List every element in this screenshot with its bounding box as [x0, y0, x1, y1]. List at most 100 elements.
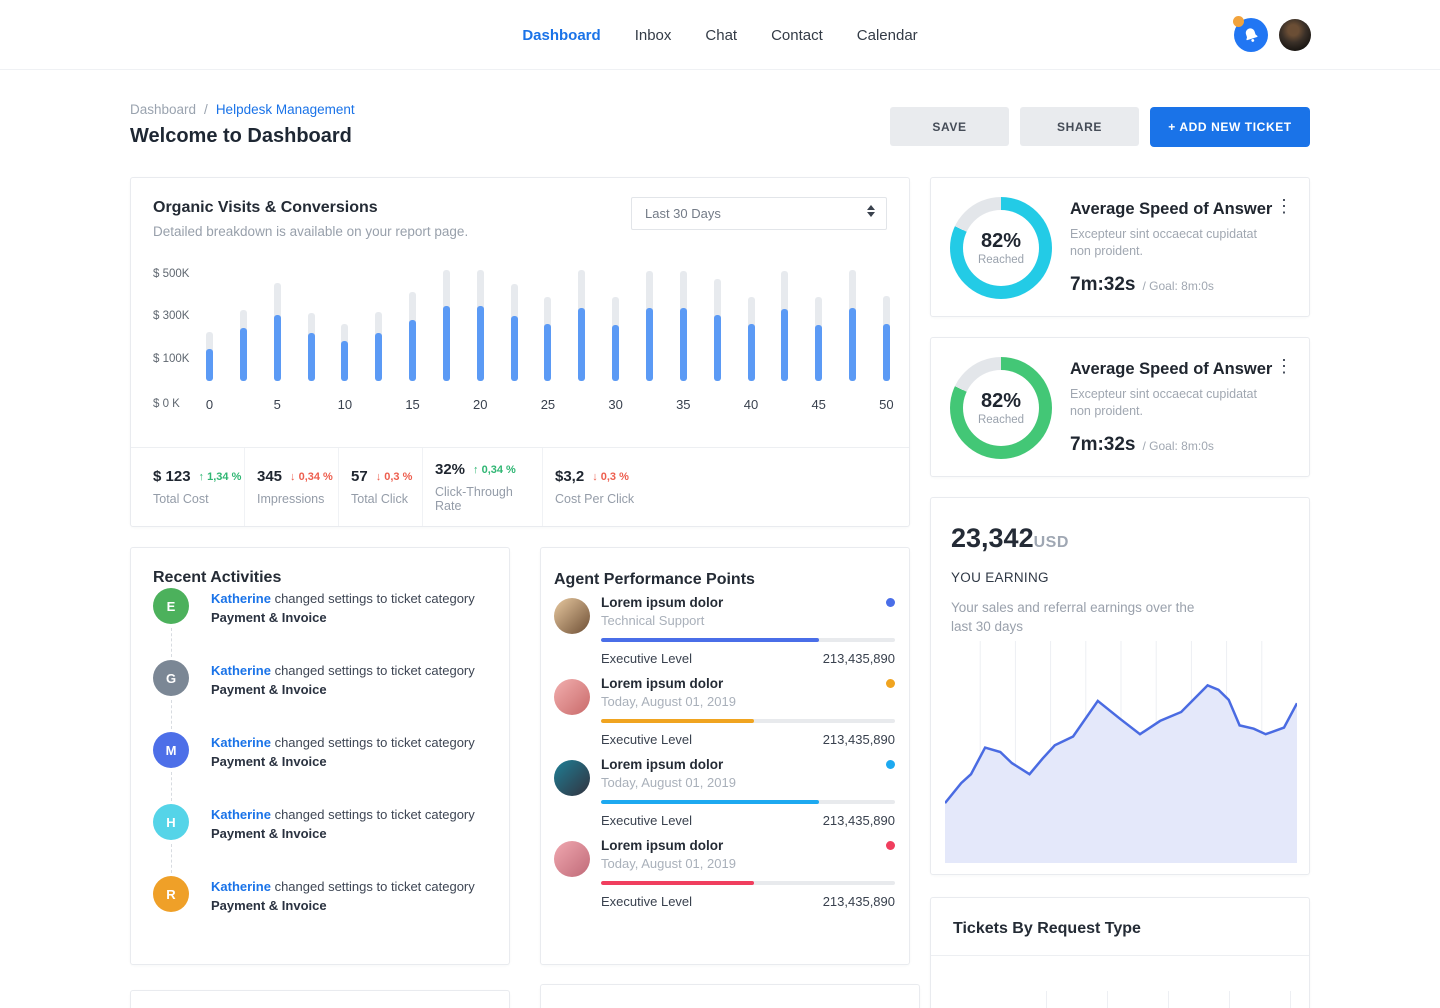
- stat-top: 32%↑ 0,34 %: [435, 461, 542, 478]
- agent-subtitle: Today, August 01, 2019: [601, 694, 895, 709]
- dashboard-page: Dashboard Inbox Chat Contact Calendar Dashbo…: [0, 0, 1440, 1008]
- nav-item-calendar[interactable]: Calendar: [857, 27, 918, 44]
- grid-line: [1046, 991, 1047, 1008]
- agent-points: 213,435,890: [823, 894, 895, 909]
- stat-label: Total Cost: [153, 492, 244, 506]
- bar-3: [308, 266, 315, 381]
- activity-description: changed settings to ticket category: [271, 735, 475, 750]
- card-body: Average Speed of Answer Excepteur sint o…: [1070, 360, 1275, 456]
- notifications-button[interactable]: [1234, 18, 1268, 52]
- bar-converted: [375, 333, 382, 381]
- agent-progress-fill: [601, 881, 754, 885]
- x-tick: [578, 397, 585, 412]
- x-tick: 5: [274, 397, 281, 412]
- activity-line: Katherine changed settings to ticket cat…: [211, 589, 475, 608]
- agent-progress-fill: [601, 638, 819, 642]
- bar-converted: [815, 325, 822, 381]
- nav-item-inbox[interactable]: Inbox: [635, 27, 672, 44]
- y-tick-label: $ 0 K: [153, 398, 203, 410]
- donut-center: 82% Reached: [963, 370, 1039, 446]
- activity-avatar: H: [153, 804, 189, 840]
- agent-row: Lorem ipsum dolorTechnical SupportExecut…: [554, 595, 895, 666]
- stat-label: Cost Per Click: [555, 492, 634, 506]
- stat-cost-per-click: $3,2↓ 0,3 %Cost Per Click: [542, 448, 634, 526]
- activity-line: Katherine changed settings to ticket cat…: [211, 805, 475, 824]
- activity-actor[interactable]: Katherine: [211, 591, 271, 606]
- stat-impressions: 345↓ 0,34 % Impressions: [244, 448, 338, 526]
- card-title: Average Speed of Answer: [1070, 360, 1275, 379]
- agent-points: 213,435,890: [823, 651, 895, 666]
- add-new-ticket-button[interactable]: + ADD NEW TICKET: [1150, 107, 1310, 147]
- activity-text: Katherine changed settings to ticket cat…: [211, 660, 475, 699]
- agent-progress-track: [601, 638, 895, 642]
- activity-item: G Katherine changed settings to ticket ca…: [153, 660, 489, 699]
- agent-avatar: [554, 598, 590, 634]
- bar-converted: [680, 308, 687, 381]
- x-tick: [308, 397, 315, 412]
- activity-item: EKatherine changed settings to ticket ca…: [153, 588, 489, 627]
- bar-2: [274, 266, 281, 381]
- bar-12: [612, 266, 619, 381]
- bar-6: [409, 266, 416, 381]
- earnings-amount: 23,342: [951, 523, 1034, 554]
- agent-progress-track: [601, 881, 895, 885]
- activity-actor[interactable]: Katherine: [211, 663, 271, 678]
- share-button[interactable]: SHARE: [1020, 107, 1139, 146]
- kebab-menu-icon[interactable]: ⋮: [1275, 358, 1293, 374]
- agent-footer: Executive Level213,435,890: [601, 651, 895, 666]
- kebab-menu-icon[interactable]: ⋮: [1275, 198, 1293, 214]
- grid-line: [1168, 991, 1169, 1008]
- bar-16: [748, 266, 755, 381]
- nav-item-contact[interactable]: Contact: [771, 27, 823, 44]
- activity-actor[interactable]: Katherine: [211, 879, 271, 894]
- user-avatar[interactable]: [1279, 19, 1311, 51]
- activity-list: EKatherine changed settings to ticket ca…: [131, 548, 509, 915]
- activity-actor[interactable]: Katherine: [211, 807, 271, 822]
- breadcrumb: Dashboard / Helpdesk Management: [130, 102, 355, 117]
- card-subtitle: Detailed breakdown is available on your …: [153, 224, 468, 239]
- stat-value: $ 123: [153, 468, 191, 485]
- y-tick-label: $ 500K: [153, 268, 203, 280]
- x-tick: 40: [748, 397, 755, 412]
- x-tick-label: 20: [473, 397, 487, 412]
- stat-top: 345↓ 0,34 %: [257, 468, 338, 485]
- bar-chart: [206, 266, 890, 381]
- activity-target: Payment & Invoice: [211, 896, 475, 915]
- date-range-select[interactable]: Last 30 Days: [631, 197, 887, 230]
- avg-speed-card: 82% Reached Average Speed of Answer Exce…: [930, 337, 1310, 477]
- agent-progress-fill: [601, 719, 754, 723]
- stat-label: Impressions: [257, 492, 338, 506]
- x-tick: 50: [883, 397, 890, 412]
- grid-line: [1290, 991, 1291, 1008]
- agent-status-dot: [886, 679, 895, 688]
- agent-name: Lorem ipsum dolor: [601, 676, 723, 691]
- stat-top: 57↓ 0,3 %: [351, 468, 422, 485]
- activity-description: changed settings to ticket category: [271, 663, 475, 678]
- activity-actor[interactable]: Katherine: [211, 735, 271, 750]
- save-button[interactable]: SAVE: [890, 107, 1009, 146]
- nav-item-chat[interactable]: Chat: [705, 27, 737, 44]
- donut-percent: 82%: [981, 230, 1021, 253]
- bar-converted: [714, 315, 721, 381]
- nav-item-dashboard[interactable]: Dashboard: [522, 27, 600, 44]
- breadcrumb-parent[interactable]: Dashboard: [130, 102, 196, 117]
- agent-level-label: Executive Level: [601, 732, 692, 747]
- activity-avatar: G: [153, 660, 189, 696]
- stat-value: 57: [351, 468, 368, 485]
- agent-progress-track: [601, 800, 895, 804]
- bar-converted: [849, 308, 856, 381]
- agent-header: Lorem ipsum dolor: [601, 676, 895, 691]
- activity-line: Katherine changed settings to ticket cat…: [211, 733, 475, 752]
- bar-converted: [544, 324, 551, 382]
- breadcrumb-separator: /: [204, 102, 208, 117]
- breadcrumb-current[interactable]: Helpdesk Management: [216, 102, 355, 117]
- bar-14: [680, 266, 687, 381]
- agent-footer: Executive Level213,435,890: [601, 813, 895, 828]
- activity-item: MKatherine changed settings to ticket ca…: [153, 732, 489, 771]
- avg-speed-card: 82% Reached Average Speed of Answer Exce…: [930, 177, 1310, 317]
- card-description: Excepteur sint occaecat cupidatat non pr…: [1070, 386, 1280, 420]
- earnings-amount-row: 23,342 USD: [951, 523, 1069, 554]
- x-tick: 10: [341, 397, 348, 412]
- notification-dot: [1233, 16, 1244, 27]
- card-title: Recent Activities: [153, 569, 281, 587]
